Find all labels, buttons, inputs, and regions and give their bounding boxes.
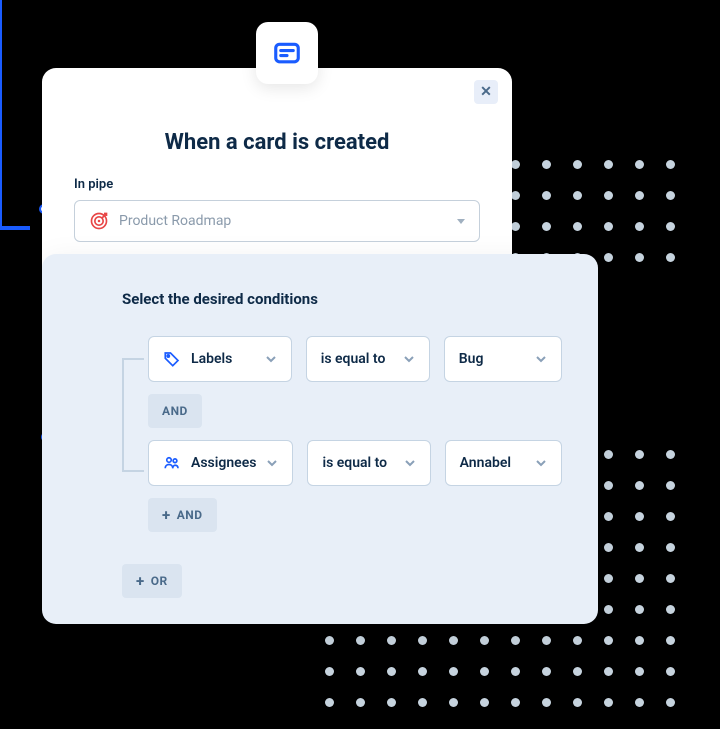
field-value: Labels — [191, 351, 232, 367]
add-or-label: OR — [151, 574, 168, 588]
conditions-title: Select the desired conditions — [122, 290, 562, 308]
label-icon — [163, 350, 181, 368]
pipe-field-label: In pipe — [74, 177, 480, 192]
chevron-down-icon — [404, 457, 416, 469]
add-or-button[interactable]: + OR — [122, 564, 182, 598]
chevron-down-icon — [403, 353, 415, 365]
conditions-tree: Labels is equal to Bug AND — [122, 336, 562, 610]
condition-operator-select[interactable]: is equal to — [306, 336, 430, 382]
value-text: Bug — [459, 351, 484, 367]
condition-row: Labels is equal to Bug — [148, 336, 562, 382]
connector-line — [0, 0, 2, 226]
plus-icon: + — [136, 572, 145, 590]
conditions-card: Select the desired conditions Labels is … — [42, 254, 598, 624]
pipe-select[interactable]: Product Roadmap — [74, 200, 480, 242]
chevron-down-icon — [535, 353, 547, 365]
pipe-select-value: Product Roadmap — [119, 213, 447, 229]
chevron-down-icon — [266, 457, 278, 469]
tree-connector — [122, 358, 144, 360]
operator-value: is equal to — [321, 351, 386, 367]
card-form-icon — [256, 22, 318, 84]
value-text: Annabel — [460, 455, 511, 471]
close-icon: ✕ — [480, 84, 492, 100]
add-and-button[interactable]: + AND — [148, 498, 217, 532]
close-button[interactable]: ✕ — [474, 80, 498, 104]
condition-operator-select[interactable]: is equal to — [307, 440, 430, 486]
target-icon — [89, 211, 109, 231]
condition-value-select[interactable]: Bug — [444, 336, 562, 382]
tree-connector — [122, 470, 144, 472]
condition-field-select[interactable]: Assignees — [148, 440, 293, 486]
chevron-down-icon — [265, 353, 277, 365]
add-and-label: AND — [177, 508, 203, 522]
connector-line — [0, 228, 30, 230]
assignees-icon — [163, 454, 181, 472]
and-connector: AND — [148, 394, 202, 428]
and-label: AND — [162, 404, 188, 418]
condition-value-select[interactable]: Annabel — [445, 440, 562, 486]
field-value: Assignees — [191, 455, 256, 471]
chevron-down-icon — [457, 219, 465, 224]
tree-connector — [122, 358, 124, 470]
trigger-title: When a card is created — [74, 130, 480, 155]
operator-value: is equal to — [322, 455, 387, 471]
chevron-down-icon — [535, 457, 547, 469]
condition-row: Assignees is equal to Annabel — [148, 440, 562, 486]
plus-icon: + — [162, 506, 171, 524]
condition-field-select[interactable]: Labels — [148, 336, 292, 382]
